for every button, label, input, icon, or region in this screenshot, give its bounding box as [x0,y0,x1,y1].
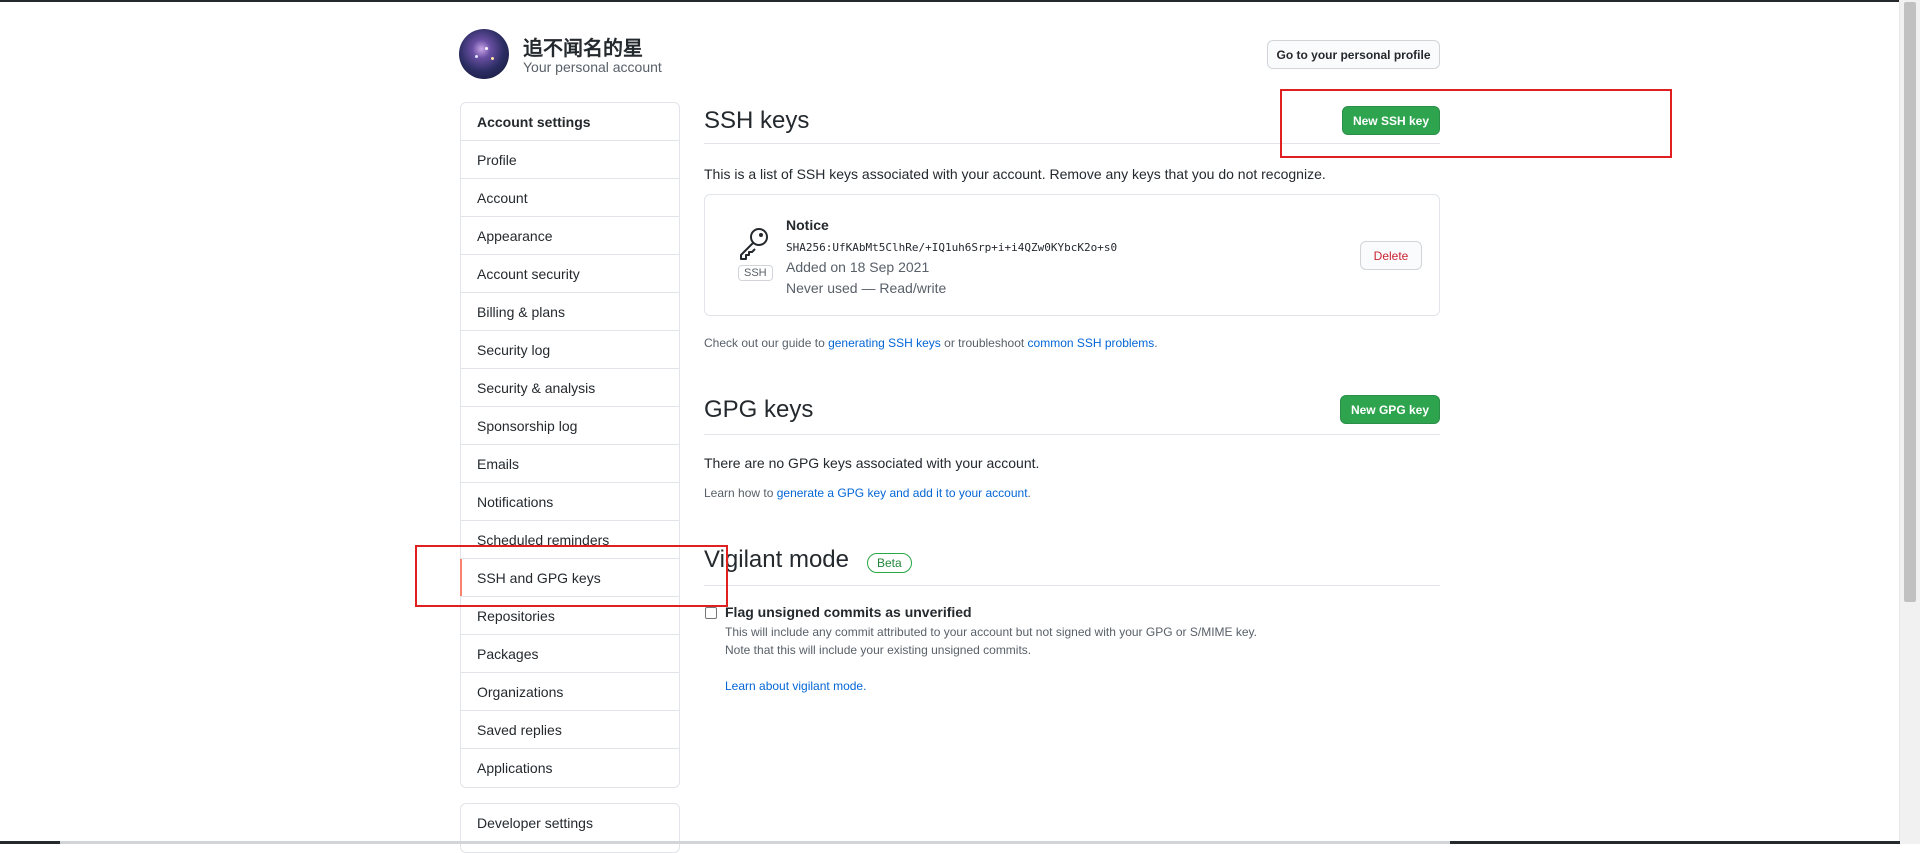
avatar-image-detail [485,47,488,50]
sidebar-item-security-log[interactable]: Security log [461,331,679,369]
ssh-key-added-date: Added on 18 Sep 2021 [786,259,930,275]
sidebar-item-appearance[interactable]: Appearance [461,217,679,255]
common-ssh-problems-link[interactable]: common SSH problems [1028,336,1155,350]
sidebar-item-profile[interactable]: Profile [461,141,679,179]
sidebar-item-organizations[interactable]: Organizations [461,673,679,711]
top-border [0,0,1920,2]
ssh-key-title: Notice [786,217,829,233]
ssh-description: This is a list of SSH keys associated wi… [704,166,1326,182]
gpg-learn-text: Learn how to generate a GPG key and add … [704,486,1031,500]
ssh-type-label: SSH [738,265,773,281]
gpg-learn-prefix: Learn how to [704,486,777,500]
generating-ssh-keys-link[interactable]: generating SSH keys [828,336,941,350]
sidebar-item-billing[interactable]: Billing & plans [461,293,679,331]
generate-gpg-key-link[interactable]: generate a GPG key and add it to your ac… [777,486,1028,500]
ssh-key-fingerprint: SHA256:UfKAbMt5ClhRe/+IQ1uh6Srp+i+i4QZw0… [786,241,1118,254]
key-icon [740,228,768,260]
sidebar-item-saved-replies[interactable]: Saved replies [461,711,679,749]
settings-sidebar: Account settings Profile Account Appeara… [460,102,680,788]
sidebar-item-emails[interactable]: Emails [461,445,679,483]
vigilant-divider [704,585,1440,586]
sidebar-item-security-analysis[interactable]: Security & analysis [461,369,679,407]
beta-badge: Beta [867,553,912,573]
ssh-guide-prefix: Check out our guide to [704,336,829,350]
developer-settings-menu: Developer settings [460,803,680,853]
ssh-guide-suffix: . [1154,336,1158,350]
ssh-key-usage: Never used — Read/write [786,280,947,296]
delete-ssh-key-button[interactable]: Delete [1360,241,1422,270]
sidebar-item-notifications[interactable]: Notifications [461,483,679,521]
annotation-highlight-ssh-gpg-keys [415,545,728,607]
account-subtitle: Your personal account [523,59,662,75]
ssh-guide-text: Check out our guide to generating SSH ke… [704,336,1158,350]
personal-profile-button[interactable]: Go to your personal profile [1267,40,1440,69]
sidebar-item-developer-settings[interactable]: Developer settings [461,804,679,842]
new-gpg-key-button[interactable]: New GPG key [1340,395,1440,424]
vertical-scrollbar[interactable] [1899,0,1920,844]
gpg-keys-heading: GPG keys [704,396,814,423]
avatar[interactable] [459,29,509,79]
vigilant-note-2: Note that this will include your existin… [725,643,1032,657]
sidebar-heading: Account settings [461,103,679,141]
sidebar-item-account-security[interactable]: Account security [461,255,679,293]
gpg-empty-message: There are no GPG keys associated with yo… [704,455,1040,471]
vigilant-note-1: This will include any commit attributed … [725,625,1258,639]
sidebar-item-applications[interactable]: Applications [461,749,679,787]
scrollbar-thumb[interactable] [1904,2,1916,602]
sidebar-item-account[interactable]: Account [461,179,679,217]
learn-vigilant-mode-link[interactable]: Learn about vigilant mode. [725,679,866,693]
sidebar-item-packages[interactable]: Packages [461,635,679,673]
gpg-learn-suffix: . [1027,486,1031,500]
sidebar-item-sponsorship-log[interactable]: Sponsorship log [461,407,679,445]
gpg-divider [704,434,1440,435]
annotation-highlight-new-ssh-key [1280,89,1672,158]
flag-unsigned-commits-label[interactable]: Flag unsigned commits as unverified [725,604,972,620]
flag-unsigned-commits-checkbox[interactable] [705,607,717,619]
ssh-keys-heading: SSH keys [704,107,810,134]
account-username: 追不闻名的星 [523,36,643,60]
ssh-key-item: SSH Notice SHA256:UfKAbMt5ClhRe/+IQ1uh6S… [704,194,1440,316]
ssh-guide-middle: or troubleshoot [940,336,1028,350]
